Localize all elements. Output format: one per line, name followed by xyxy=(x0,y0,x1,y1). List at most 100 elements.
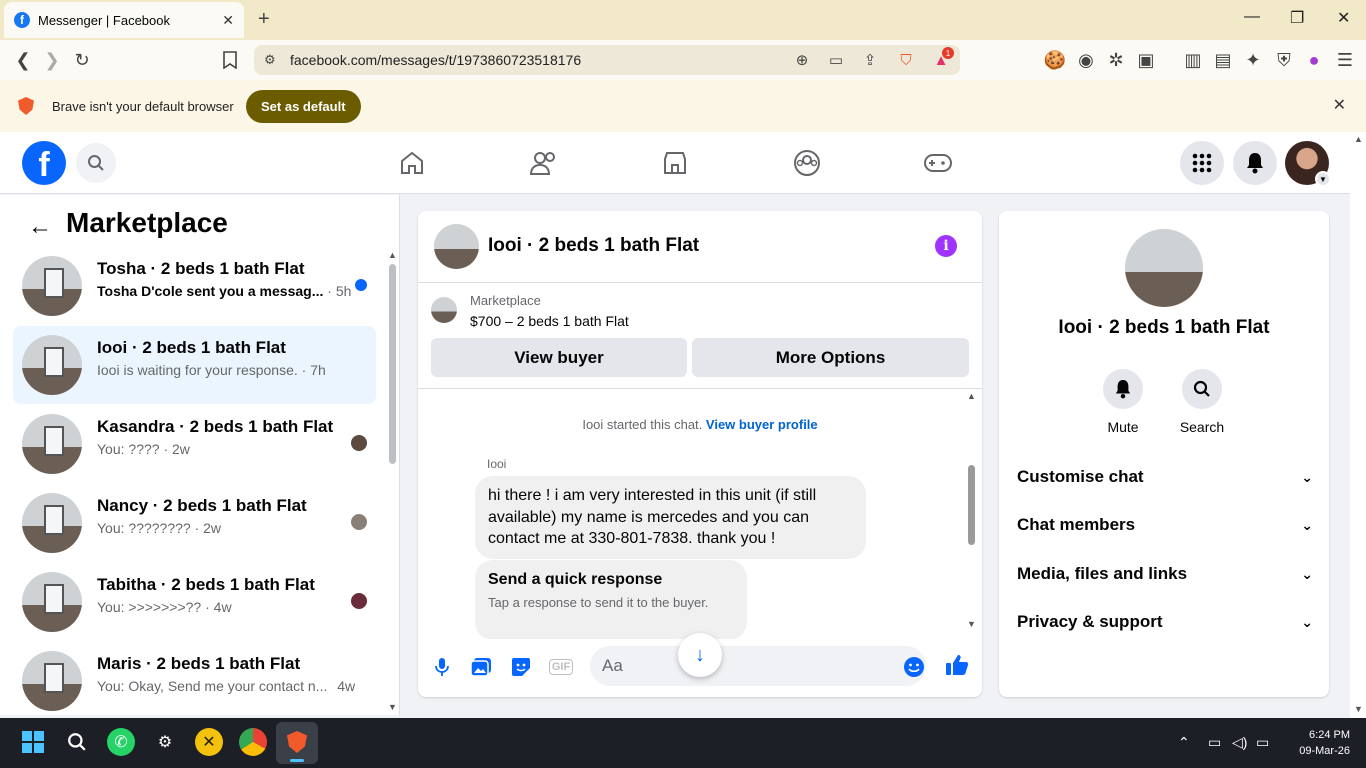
thumbs-up-icon[interactable] xyxy=(945,653,969,677)
marketplace-sidebar: ← Marketplace Tosha · 2 beds 1 bath Flat… xyxy=(0,195,400,715)
set-default-button[interactable]: Set as default xyxy=(246,90,361,123)
more-options-button[interactable]: More Options xyxy=(692,338,969,377)
menu-grid-icon[interactable] xyxy=(1180,141,1224,185)
whatsapp-icon[interactable]: ✆ xyxy=(107,728,135,756)
bookmark-icon[interactable] xyxy=(219,49,241,71)
conversation-item[interactable]: Iooi · 2 beds 1 bath Flat Iooi is waitin… xyxy=(13,326,376,404)
sidebar-scrollbar[interactable]: ▲ ▼ xyxy=(386,250,398,715)
emoji-icon[interactable] xyxy=(902,655,926,679)
tray-chevron-icon[interactable]: ⌃ xyxy=(1178,734,1190,751)
address-bar[interactable]: ⚙ facebook.com/messages/t/19738607235181… xyxy=(254,45,960,75)
zoom-icon[interactable]: ⊕ xyxy=(791,49,813,71)
view-buyer-button[interactable]: View buyer xyxy=(431,338,687,377)
account-avatar[interactable]: ▼ xyxy=(1285,141,1331,187)
sticker-icon[interactable] xyxy=(509,655,533,679)
scroll-up-icon[interactable]: ▲ xyxy=(967,391,976,401)
brave-taskbar-button[interactable] xyxy=(276,722,318,764)
friends-icon[interactable] xyxy=(530,149,558,177)
back-icon[interactable]: ❮ xyxy=(12,49,34,71)
chrome-icon[interactable] xyxy=(239,728,267,756)
site-info-icon[interactable]: ⚙ xyxy=(264,52,276,68)
listing-thumbnail xyxy=(22,335,82,395)
maximize-icon[interactable]: ❐ xyxy=(1290,8,1304,28)
extensions-icon[interactable]: ✲ xyxy=(1105,49,1127,71)
vpn-icon[interactable]: ⛨ xyxy=(1273,49,1295,71)
microphone-icon[interactable] xyxy=(430,655,454,679)
cookie-extension-icon[interactable]: 🍪 xyxy=(1044,49,1066,71)
conversation-item[interactable]: Maris · 2 beds 1 bath Flat You: Okay, Se… xyxy=(13,642,376,720)
chat-title[interactable]: Iooi · 2 beds 1 bath Flat xyxy=(488,235,699,257)
share-icon[interactable]: ⇪ xyxy=(859,49,881,71)
home-icon[interactable] xyxy=(398,149,426,177)
close-window-icon[interactable]: ✕ xyxy=(1337,8,1350,28)
close-tab-icon[interactable]: ✕ xyxy=(222,12,234,29)
infobar-message: Brave isn't your default browser xyxy=(52,99,234,114)
volume-icon[interactable]: ◁) xyxy=(1232,734,1247,751)
scroll-to-bottom-icon[interactable]: ↓ xyxy=(678,633,722,677)
info-icon[interactable]: i xyxy=(935,235,957,257)
new-tab-icon[interactable]: + xyxy=(258,8,270,31)
start-icon[interactable] xyxy=(19,728,47,756)
forward-icon[interactable]: ❯ xyxy=(41,49,63,71)
brave-shields-icon[interactable]: ⛉ xyxy=(895,49,917,71)
photo-icon[interactable] xyxy=(469,655,493,679)
conversation-item[interactable]: Kasandra · 2 beds 1 bath Flat You: ???? … xyxy=(13,405,376,483)
facebook-header: f ▼ xyxy=(0,132,1350,194)
search-chat-button[interactable]: Search xyxy=(1172,369,1232,435)
message-input[interactable]: Aa xyxy=(590,646,926,686)
battery-icon[interactable]: ▭ xyxy=(1256,734,1269,751)
notifications-icon[interactable] xyxy=(1233,141,1277,185)
chat-listing-thumbnail[interactable] xyxy=(434,224,479,269)
conversation-preview: You: Okay, Send me your contact n... 4w xyxy=(97,678,356,694)
reader-icon[interactable]: ▣ xyxy=(1135,49,1157,71)
sidebar-toggle-icon[interactable]: ▥ xyxy=(1182,49,1204,71)
conversation-preview: You: ???? · 2w xyxy=(97,441,190,457)
view-buyer-profile-link[interactable]: View buyer profile xyxy=(706,417,818,432)
record-extension-icon[interactable]: ◉ xyxy=(1075,49,1097,71)
mute-label: Mute xyxy=(1107,419,1139,435)
gif-icon[interactable]: GIF xyxy=(548,655,574,679)
minimize-icon[interactable]: — xyxy=(1244,8,1260,26)
scroll-down-icon[interactable]: ▼ xyxy=(388,702,397,712)
wallet-icon[interactable]: ▤ xyxy=(1212,49,1234,71)
default-browser-infobar: Brave isn't your default browser Set as … xyxy=(0,80,1366,132)
facebook-logo-icon[interactable]: f xyxy=(22,141,66,185)
customise-chat-row[interactable]: Customise chat ⌄ xyxy=(1017,462,1313,492)
gaming-icon[interactable] xyxy=(924,149,952,177)
quick-response-title: Send a quick response xyxy=(488,571,663,588)
browser-tab[interactable]: f Messenger | Facebook ✕ xyxy=(4,2,244,38)
system-clock[interactable]: 6:24 PM 09-Mar-26 xyxy=(1284,727,1350,759)
scroll-up-icon[interactable]: ▲ xyxy=(388,250,397,260)
search-icon[interactable] xyxy=(63,728,91,756)
scroll-down-icon[interactable]: ▼ xyxy=(1354,704,1363,714)
media-files-links-row[interactable]: Media, files and links ⌄ xyxy=(1017,559,1313,589)
mute-button[interactable]: Mute xyxy=(1093,369,1153,435)
groups-icon[interactable] xyxy=(793,149,821,177)
quick-response-subtitle: Tap a response to send it to the buyer. xyxy=(488,595,709,610)
conversation-item[interactable]: Tabitha · 2 beds 1 bath Flat You: >>>>>>… xyxy=(13,563,376,641)
menu-icon[interactable]: ☰ xyxy=(1334,49,1356,71)
settings-icon[interactable]: ⚙ xyxy=(151,728,179,756)
infobar-close-icon[interactable]: ✕ xyxy=(1333,95,1346,115)
chat-members-row[interactable]: Chat members ⌄ xyxy=(1017,510,1313,540)
cast-icon[interactable]: ▭ xyxy=(825,49,847,71)
scroll-down-icon[interactable]: ▼ xyxy=(967,619,976,629)
chevron-down-icon: ⌄ xyxy=(1301,613,1313,630)
xm-app-icon[interactable]: ✕ xyxy=(195,728,223,756)
network-icon[interactable]: ▭ xyxy=(1208,734,1221,751)
privacy-support-row[interactable]: Privacy & support ⌄ xyxy=(1017,607,1313,637)
leo-ai-icon[interactable]: ✦ xyxy=(1242,49,1264,71)
scrollbar-thumb[interactable] xyxy=(968,465,975,545)
conversation-name: Kasandra · 2 beds 1 bath Flat xyxy=(97,417,334,436)
page-scrollbar[interactable]: ▲ ▼ xyxy=(1350,132,1366,718)
scrollbar-thumb[interactable] xyxy=(389,264,396,464)
search-icon[interactable] xyxy=(76,143,116,183)
conversation-item[interactable]: Tosha · 2 beds 1 bath Flat Tosha D'cole … xyxy=(13,247,376,325)
reload-icon[interactable]: ↻ xyxy=(71,49,93,71)
profile-icon[interactable]: ● xyxy=(1303,49,1325,71)
back-arrow-icon[interactable]: ← xyxy=(28,213,52,241)
chat-scrollbar[interactable]: ▲ ▼ xyxy=(966,391,978,631)
conversation-item[interactable]: Nancy · 2 beds 1 bath Flat You: ????????… xyxy=(13,484,376,562)
marketplace-icon[interactable] xyxy=(661,149,689,177)
scroll-up-icon[interactable]: ▲ xyxy=(1354,134,1363,144)
